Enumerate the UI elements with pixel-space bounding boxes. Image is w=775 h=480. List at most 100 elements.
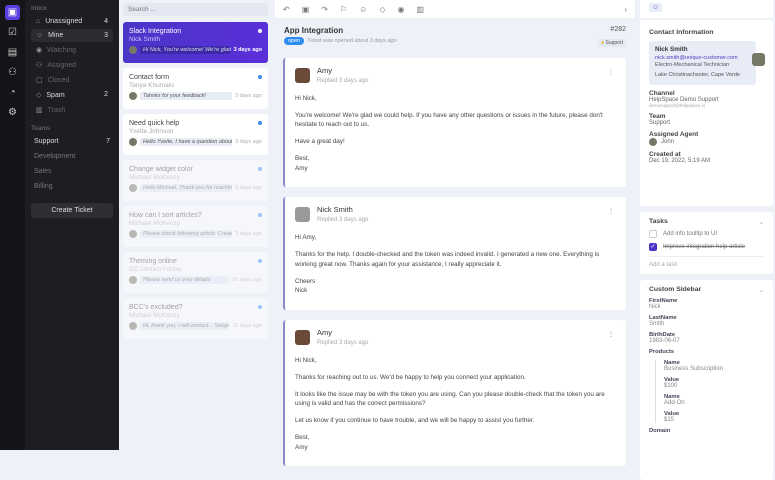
nav-spam[interactable]: ◇ Spam 2 xyxy=(31,88,113,102)
ticket-preview: Hello Yvette, I have a question about ..… xyxy=(140,138,233,146)
reply-icon[interactable]: ↶ xyxy=(283,5,290,14)
ticket-card[interactable]: How can I sort articles? Michael McKenzy… xyxy=(123,206,268,247)
user-icon: ☺ xyxy=(36,32,44,39)
teams-header: Teams xyxy=(31,125,51,132)
ticket-card[interactable]: Theming online DC contact Fdune Please s… xyxy=(123,252,268,293)
trash-icon: ▥ xyxy=(36,107,43,114)
ticket-time: 10 days ago xyxy=(232,277,262,283)
inbox-header: Inbox xyxy=(31,5,47,12)
unread-dot-icon xyxy=(258,75,262,79)
team-development[interactable]: Development xyxy=(31,150,113,163)
opened-text: Ticket was opened about 3 days ago xyxy=(307,38,397,44)
tag-icon[interactable]: ◇ xyxy=(379,5,385,14)
created-label: Created at xyxy=(649,150,681,158)
ticket-preview: Please send us your details xyxy=(140,276,230,284)
ticket-preview: Hello Michael, Thank you for reachin... xyxy=(140,184,233,192)
field-label: Domain xyxy=(649,428,671,434)
team-count: 7 xyxy=(106,138,110,145)
toolbar: ↶ ▣ ↷ ⚐ ☺ ◇ ◉ ▥ › xyxy=(275,0,635,18)
delete-icon[interactable]: ▥ xyxy=(416,5,424,14)
document-icon[interactable]: ▤ xyxy=(5,45,20,60)
ticket-time: 3 days ago xyxy=(235,185,262,191)
avatar xyxy=(129,92,137,100)
nav-label: Trash xyxy=(47,107,66,114)
ticket-card[interactable]: Slack Integration Nick Smith Hi Nick, Yo… xyxy=(123,22,268,63)
avatar xyxy=(129,230,137,238)
avatar xyxy=(129,322,137,330)
reports-icon[interactable]: ◔ xyxy=(5,85,20,100)
task-checkbox[interactable] xyxy=(649,230,657,238)
nav-unassigned[interactable]: ⌂ Unassigned 4 xyxy=(31,15,113,28)
watch-eye-icon[interactable]: ◉ xyxy=(397,5,404,14)
users-icon: ⚇ xyxy=(36,62,43,69)
message-paragraph: Hi Nick, xyxy=(295,357,317,365)
author-name: Amy xyxy=(317,328,332,338)
message-paragraph: Thanks for reaching out to us. We'd be h… xyxy=(295,373,526,381)
create-ticket-button[interactable]: Create Ticket xyxy=(31,203,113,218)
created-value: Dec 19, 2022, 5:19 AM xyxy=(649,157,711,164)
team-label: Support xyxy=(34,138,59,145)
message-card: Amy Replied 3 days ago ⋮ Hi Nick, You're wel… xyxy=(283,58,626,188)
agent-label: Assigned Agent xyxy=(649,130,699,138)
contact-user-icon[interactable]: ☺ xyxy=(649,3,663,12)
ticket-time: 3 days ago xyxy=(235,93,262,99)
task-item[interactable]: ✓ Improve integration help article xyxy=(649,243,764,251)
ticket-card[interactable]: Change widget color Michael McKenzy Hell… xyxy=(123,160,268,201)
inbox-icon[interactable]: ▣ xyxy=(5,5,20,20)
tasks-icon[interactable]: ☑ xyxy=(5,25,20,40)
message-card: Nick Smith Replied 3 days ago ⋮ Hi Amy, Than… xyxy=(283,197,626,311)
kebab-menu-icon[interactable]: ⋮ xyxy=(608,68,614,78)
team-tag[interactable]: ● Support xyxy=(598,39,626,47)
contact-avatar xyxy=(752,53,765,66)
ticket-card[interactable]: Contact form Tanya Khumalo Tahnks for yo… xyxy=(123,68,268,109)
ticket-title: BCC's excluded? xyxy=(129,304,183,311)
ticket-customer: Tanya Khumalo xyxy=(129,82,174,89)
message-paragraph: You're welcome! We're glad we could help… xyxy=(295,111,603,129)
settings-icon[interactable]: ⚙ xyxy=(5,105,20,120)
chevron-right-icon[interactable]: › xyxy=(624,5,627,14)
unread-dot-icon xyxy=(258,305,262,309)
note-icon[interactable]: ▣ xyxy=(302,5,310,14)
search-input[interactable] xyxy=(123,3,268,16)
task-checkbox[interactable]: ✓ xyxy=(649,243,657,251)
status-badge: open xyxy=(284,37,305,45)
nav-watching[interactable]: ◉ Watching xyxy=(31,43,113,57)
ticket-time: 3 days ago xyxy=(235,231,262,237)
flag-icon[interactable]: ⚐ xyxy=(340,5,347,14)
task-label: Improve integration help article xyxy=(663,244,746,250)
custom-header: Custom Sidebar xyxy=(649,286,702,293)
message-paragraph: Best, Amy xyxy=(295,154,310,172)
contact-email[interactable]: nick.smith@unique-customer.com xyxy=(655,55,750,62)
ticket-title: App Integration xyxy=(284,26,344,35)
task-item[interactable]: Add info tooltip to UI xyxy=(649,230,764,238)
author-avatar xyxy=(295,207,310,223)
chevron-down-icon[interactable]: ⌄ xyxy=(759,287,764,294)
assign-user-icon[interactable]: ☺ xyxy=(359,5,367,14)
ticket-card[interactable]: Need quick help Yvette Johnson Hello Yve… xyxy=(123,114,268,155)
kebab-menu-icon[interactable]: ⋮ xyxy=(608,330,614,340)
message-paragraph: Have a great day! xyxy=(295,138,345,146)
add-task-input[interactable]: Add a task xyxy=(649,256,764,268)
nav-trash[interactable]: ▥ Trash xyxy=(31,103,113,117)
ticket-card[interactable]: BCC's excluded? Michael McKenzy Hi, than… xyxy=(123,298,268,339)
nav-closed[interactable]: ▢ Closed xyxy=(31,73,113,87)
forward-icon[interactable]: ↷ xyxy=(321,5,328,14)
team-billing[interactable]: Billing xyxy=(31,180,113,193)
nav-label: Assigned xyxy=(47,62,77,69)
team-support[interactable]: Support 7 xyxy=(31,135,113,148)
kebab-menu-icon[interactable]: ⋮ xyxy=(608,207,614,217)
users-icon[interactable]: ⚇ xyxy=(5,65,20,80)
chevron-down-icon[interactable]: ⌄ xyxy=(759,219,764,226)
contact-panel: Contact Information Nick Smith nick.smit… xyxy=(640,20,773,206)
nav-count: 4 xyxy=(104,18,108,25)
contact-header: Contact Information xyxy=(649,29,714,36)
avatar xyxy=(129,46,137,54)
message-paragraph: Hi Nick, xyxy=(295,94,317,102)
avatar xyxy=(129,138,137,146)
team-sales[interactable]: Sales xyxy=(31,165,113,178)
nav-count: 2 xyxy=(104,91,108,98)
ticket-title: How can I sort articles? xyxy=(129,212,202,219)
nav-mine[interactable]: ☺ Mine 3 xyxy=(31,29,113,42)
nav-assigned[interactable]: ⚇ Assigned xyxy=(31,58,113,72)
unread-dot-icon xyxy=(258,167,262,171)
